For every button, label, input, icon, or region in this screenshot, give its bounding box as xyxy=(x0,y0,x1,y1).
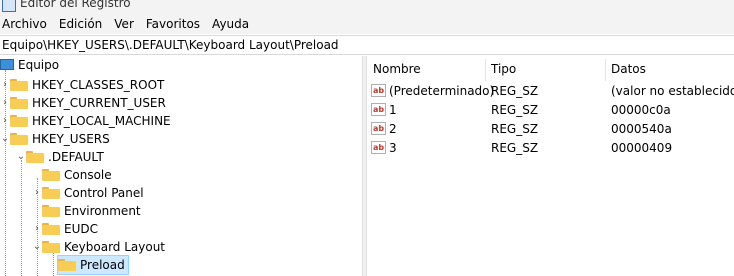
chevron-right-icon[interactable]: › xyxy=(32,220,42,238)
value-type: REG_SZ xyxy=(491,122,539,136)
tree-item-label: HKEY_USERS xyxy=(32,132,110,146)
tree-item-label: Console xyxy=(64,168,112,182)
folder-icon xyxy=(42,169,60,181)
tree-item-console[interactable]: Console xyxy=(32,166,112,184)
table-row[interactable]: ab 3 REG_SZ 00000409 xyxy=(367,139,734,158)
chevron-right-icon[interactable]: › xyxy=(0,112,10,130)
column-header-datos[interactable]: Datos xyxy=(611,62,646,76)
value-data: 00000c0a xyxy=(611,103,671,117)
value-name: 2 xyxy=(389,122,397,136)
tree-item-equipo[interactable]: Equipo xyxy=(0,56,59,74)
chevron-right-icon[interactable]: › xyxy=(0,76,10,94)
registry-app-icon xyxy=(2,0,16,12)
column-header-nombre[interactable]: Nombre xyxy=(373,62,421,76)
window-title: Editor del Registro xyxy=(20,0,131,10)
value-type: REG_SZ xyxy=(491,141,539,155)
tree-item-eudc[interactable]: › EUDC xyxy=(32,220,98,238)
tree-item-label: HKEY_CURRENT_USER xyxy=(32,96,166,110)
column-divider[interactable] xyxy=(485,59,486,81)
value-type: REG_SZ xyxy=(491,84,539,98)
tree-item-keyboard-layout[interactable]: ⌄ Keyboard Layout xyxy=(32,238,165,256)
tree-item-label: Control Panel xyxy=(64,186,144,200)
value-data: 0000540a xyxy=(611,122,672,136)
tree-item-hkey-local-machine[interactable]: › HKEY_LOCAL_MACHINE xyxy=(0,112,171,130)
string-value-icon: ab xyxy=(371,103,386,116)
chevron-right-icon[interactable]: › xyxy=(32,184,42,202)
chevron-down-icon[interactable]: ⌄ xyxy=(0,130,10,148)
tree-item-label: HKEY_CLASSES_ROOT xyxy=(32,78,165,92)
tree-item-environment[interactable]: Environment xyxy=(32,202,141,220)
chevron-down-icon[interactable]: ⌄ xyxy=(16,148,26,166)
menu-edicion[interactable]: Edición xyxy=(53,14,108,34)
table-row[interactable]: ab 1 REG_SZ 00000c0a xyxy=(367,101,734,120)
selected-item-highlight[interactable]: Preload xyxy=(57,255,129,275)
computer-icon xyxy=(0,59,14,70)
folder-icon xyxy=(42,241,60,253)
folder-open-icon xyxy=(58,259,76,271)
menu-ayuda[interactable]: Ayuda xyxy=(206,14,255,34)
tree-item-control-panel[interactable]: › Control Panel xyxy=(32,184,144,202)
string-value-icon: ab xyxy=(371,84,386,97)
title-bar: Editor del Registro xyxy=(0,0,734,14)
tree-item-label: HKEY_LOCAL_MACHINE xyxy=(32,114,171,128)
tree-item-default[interactable]: ⌄ .DEFAULT xyxy=(16,148,104,166)
menu-archivo[interactable]: Archivo xyxy=(0,14,53,34)
value-data: (valor no establecido) xyxy=(611,84,734,98)
folder-icon xyxy=(10,79,28,91)
value-name: 3 xyxy=(389,141,397,155)
registry-tree: Equipo › HKEY_CLASSES_ROOT › HKEY_CURRENT_… xyxy=(0,56,362,276)
folder-icon xyxy=(42,205,60,217)
address-bar[interactable]: Equipo\HKEY_USERS\.DEFAULT\Keyboard Layo… xyxy=(0,35,734,55)
value-type: REG_SZ xyxy=(491,103,539,117)
tree-item-label: Environment xyxy=(64,204,141,218)
value-data: 00000409 xyxy=(611,141,673,155)
folder-icon xyxy=(42,223,60,235)
column-header-tipo[interactable]: Tipo xyxy=(491,62,516,76)
address-path[interactable]: Equipo\HKEY_USERS\.DEFAULT\Keyboard Layo… xyxy=(0,36,734,54)
string-value-icon: ab xyxy=(371,122,386,135)
folder-icon xyxy=(10,97,28,109)
tree-item-label: Preload xyxy=(80,258,125,272)
table-row[interactable]: ab (Predeterminado) REG_SZ (valor no esta… xyxy=(367,82,734,101)
folder-icon xyxy=(42,187,60,199)
value-name: (Predeterminado) xyxy=(389,84,495,98)
tree-item-label: .DEFAULT xyxy=(48,150,104,164)
tree-guide-line xyxy=(21,160,22,276)
table-row[interactable]: ab 2 REG_SZ 0000540a xyxy=(367,120,734,139)
chevron-right-icon[interactable]: › xyxy=(0,94,10,112)
tree-item-hkey-classes-root[interactable]: › HKEY_CLASSES_ROOT xyxy=(0,76,164,94)
tree-item-preload[interactable]: Preload xyxy=(48,255,129,275)
chevron-down-icon[interactable]: ⌄ xyxy=(32,238,42,256)
tree-item-label: Equipo xyxy=(18,58,60,72)
folder-icon xyxy=(26,151,44,163)
menu-ver[interactable]: Ver xyxy=(108,14,140,34)
column-divider[interactable] xyxy=(605,59,606,81)
menu-bar: Archivo Edición Ver Favoritos Ayuda xyxy=(0,14,734,34)
value-name: 1 xyxy=(389,103,397,117)
values-list: Nombre Tipo Datos ab (Predeterminado) REG… xyxy=(367,56,734,276)
tree-item-hkey-current-user[interactable]: › HKEY_CURRENT_USER xyxy=(0,94,166,112)
folder-icon xyxy=(10,133,28,145)
tree-item-hkey-users[interactable]: ⌄ HKEY_USERS xyxy=(0,130,110,148)
string-value-icon: ab xyxy=(371,141,386,154)
menu-favoritos[interactable]: Favoritos xyxy=(140,14,206,34)
tree-item-label: Keyboard Layout xyxy=(64,240,166,254)
folder-icon xyxy=(10,115,28,127)
tree-item-label: EUDC xyxy=(64,222,98,236)
